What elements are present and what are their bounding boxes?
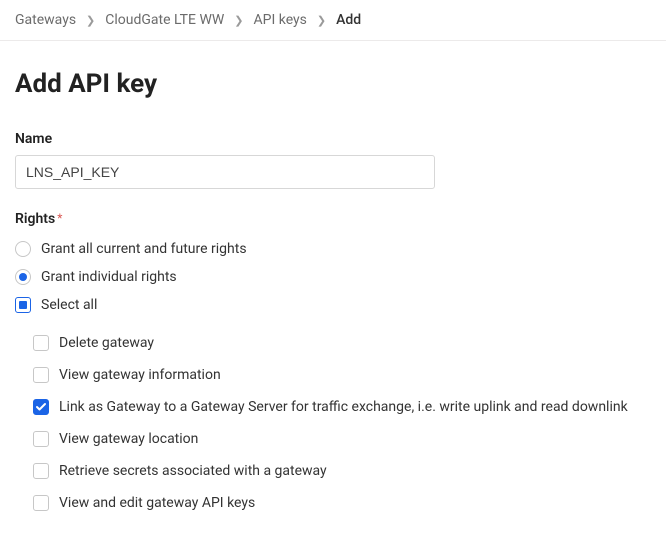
right-label[interactable]: View gateway location <box>59 431 198 447</box>
rights-list: Delete gateway View gateway information … <box>15 327 651 519</box>
grant-all-label[interactable]: Grant all current and future rights <box>41 241 247 257</box>
checkbox-retrieve-secrets[interactable] <box>33 463 49 479</box>
breadcrumb: Gateways ❯ CloudGate LTE WW ❯ API keys ❯… <box>0 0 666 41</box>
main-content: Add API key Name Rights* Grant all curre… <box>0 41 666 519</box>
right-view-gateway-info[interactable]: View gateway information <box>33 359 651 391</box>
name-label: Name <box>15 131 651 147</box>
grant-individual-label[interactable]: Grant individual rights <box>41 269 177 285</box>
right-label[interactable]: Delete gateway <box>59 335 154 351</box>
checkbox-link-gateway[interactable] <box>33 399 49 415</box>
breadcrumb-gateway[interactable]: CloudGate LTE WW <box>105 12 224 28</box>
grant-individual-option[interactable]: Grant individual rights <box>15 263 651 291</box>
rights-label: Rights* <box>15 211 651 227</box>
rights-label-text: Rights <box>15 211 55 227</box>
right-view-location[interactable]: View gateway location <box>33 423 651 455</box>
name-input[interactable] <box>15 155 435 189</box>
right-label[interactable]: Retrieve secrets associated with a gatew… <box>59 463 327 479</box>
checkbox-view-gateway-info[interactable] <box>33 367 49 383</box>
page-title: Add API key <box>15 69 651 99</box>
chevron-right-icon: ❯ <box>234 14 243 27</box>
breadcrumb-gateways[interactable]: Gateways <box>15 12 76 28</box>
right-edit-api-keys[interactable]: View and edit gateway API keys <box>33 487 651 519</box>
select-all-label[interactable]: Select all <box>41 297 97 313</box>
checkbox-select-all[interactable] <box>15 297 31 313</box>
right-link-gateway[interactable]: Link as Gateway to a Gateway Server for … <box>33 391 651 423</box>
breadcrumb-api-keys[interactable]: API keys <box>254 12 307 28</box>
grant-all-option[interactable]: Grant all current and future rights <box>15 235 651 263</box>
right-retrieve-secrets[interactable]: Retrieve secrets associated with a gatew… <box>33 455 651 487</box>
radio-grant-all[interactable] <box>15 241 31 257</box>
right-label[interactable]: Link as Gateway to a Gateway Server for … <box>59 399 628 415</box>
name-section: Name <box>15 131 651 189</box>
checkbox-view-location[interactable] <box>33 431 49 447</box>
right-label[interactable]: View and edit gateway API keys <box>59 495 255 511</box>
chevron-right-icon: ❯ <box>317 14 326 27</box>
breadcrumb-add: Add <box>336 12 361 28</box>
right-label[interactable]: View gateway information <box>59 367 221 383</box>
checkbox-delete-gateway[interactable] <box>33 335 49 351</box>
rights-section: Rights* Grant all current and future rig… <box>15 211 651 519</box>
select-all-option[interactable]: Select all <box>15 291 651 319</box>
checkbox-edit-api-keys[interactable] <box>33 495 49 511</box>
radio-grant-individual[interactable] <box>15 269 31 285</box>
required-star-icon: * <box>57 211 62 225</box>
right-delete-gateway[interactable]: Delete gateway <box>33 327 651 359</box>
chevron-right-icon: ❯ <box>86 14 95 27</box>
